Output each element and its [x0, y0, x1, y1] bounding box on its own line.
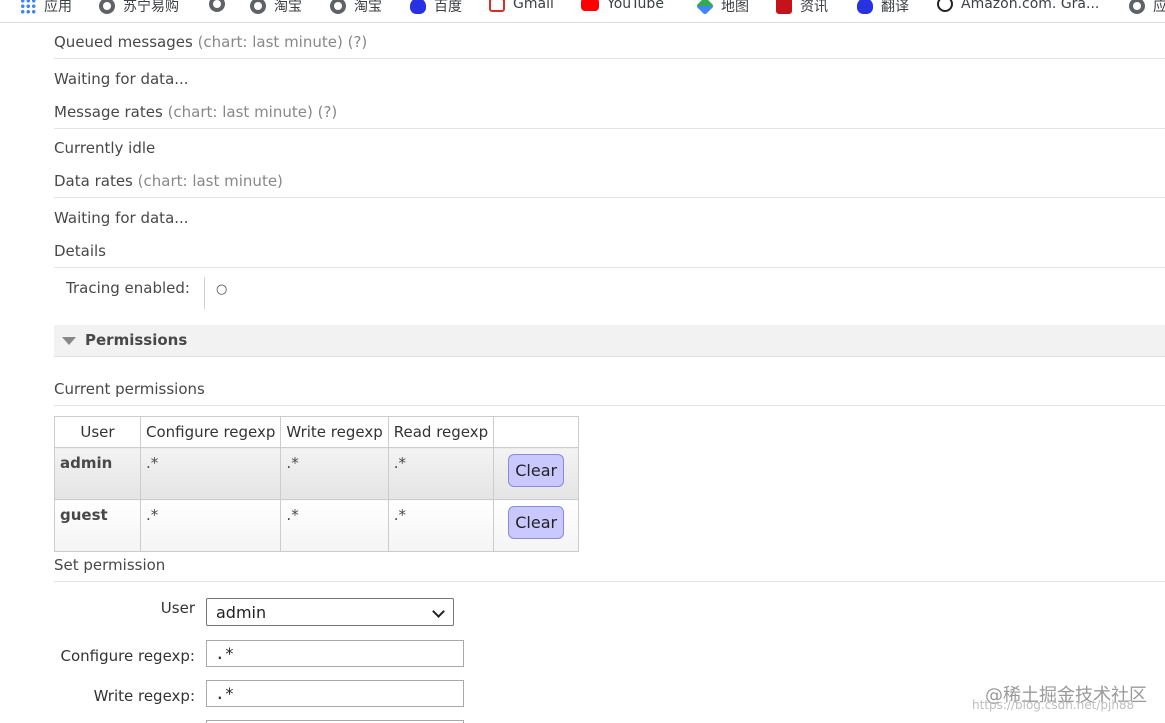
action-cell: Clear	[493, 447, 580, 500]
bookmark-youtube[interactable]: YouTube	[581, 0, 664, 12]
queued-status: Waiting for data...	[54, 70, 189, 88]
write-regexp-cell: .*	[280, 447, 389, 500]
permissions-title: Permissions	[85, 331, 188, 349]
queued-messages-heading[interactable]: Queued messages (chart: last minute) (?)	[54, 33, 1165, 59]
globe-icon	[1129, 0, 1145, 14]
configure-regexp-label: Configure regexp:	[60, 647, 195, 665]
clear-guest-permission-button[interactable]: Clear	[508, 506, 565, 539]
chart-range-link[interactable]: (chart: last minute) (?)	[198, 33, 368, 51]
set-permission-heading: Set permission	[54, 556, 1165, 582]
bookmark-blank[interactable]	[209, 0, 233, 12]
configure-regexp-input[interactable]: .*	[206, 640, 464, 667]
bookmarks-bar: 应用 苏宁易购 淘宝 淘宝 百度 Gmail YouTube 地图 资讯 翻译	[0, 0, 1165, 23]
user-field-label: User	[160, 599, 195, 617]
clear-admin-permission-button[interactable]: Clear	[508, 454, 565, 487]
user-select-value: admin	[216, 603, 267, 622]
globe-icon	[99, 0, 115, 14]
write-regexp-label: Write regexp:	[93, 687, 195, 705]
globe-icon	[330, 0, 346, 14]
tracing-label: Tracing enabled:	[66, 279, 190, 297]
permission-user: guest	[54, 499, 141, 552]
triangle-down-icon	[62, 337, 76, 345]
bookmark-suning[interactable]: 苏宁易购	[99, 0, 179, 16]
globe-icon	[209, 0, 225, 12]
bookmark-amazon[interactable]: Amazon.com. Gra...	[937, 0, 1099, 12]
configure-regexp-cell: .*	[139, 499, 282, 552]
gmail-icon	[489, 0, 505, 12]
current-permissions-heading: Current permissions	[54, 380, 1165, 406]
bookmark-baidu[interactable]: 百度	[410, 0, 462, 16]
bookmark-maps[interactable]: 地图	[695, 0, 749, 16]
write-regexp-cell: .*	[280, 499, 389, 552]
read-regexp-cell: .*	[387, 499, 495, 552]
divider	[204, 277, 205, 309]
permissions-table: User Configure regexp Write regexp Read …	[54, 416, 580, 552]
chart-range-link[interactable]: (chart: last minute) (?)	[168, 103, 338, 121]
permissions-section-toggle[interactable]: Permissions	[54, 325, 1165, 357]
bookmark-apps[interactable]: 应用	[20, 0, 72, 16]
globe-icon	[250, 0, 266, 14]
maps-icon	[695, 0, 715, 16]
column-header-actions	[493, 416, 580, 448]
column-header-write: Write regexp	[280, 416, 389, 448]
table-row: guest .* .* .* Clear	[54, 499, 580, 552]
tracing-value: ○	[216, 282, 228, 297]
chart-range-link[interactable]: (chart: last minute)	[138, 172, 283, 190]
table-row: admin .* .* .* Clear	[54, 447, 580, 500]
watermark-url: https://blog.csdn.net/pjh88	[972, 698, 1135, 712]
configure-regexp-cell: .*	[139, 447, 282, 500]
baidu-icon	[857, 0, 873, 14]
news-icon	[776, 0, 792, 14]
table-header-row: User Configure regexp Write regexp Read …	[54, 416, 580, 448]
chevron-down-icon	[432, 605, 445, 618]
rates-status: Currently idle	[54, 139, 156, 157]
baidu-icon	[410, 0, 426, 14]
user-select[interactable]: admin	[206, 598, 454, 626]
bookmark-translate[interactable]: 翻译	[857, 0, 909, 16]
youtube-icon	[581, 0, 599, 11]
details-heading: Details	[54, 242, 1165, 268]
amazon-icon	[937, 0, 953, 12]
apps-grid-icon	[20, 0, 36, 14]
bookmark-overflow[interactable]: 应	[1129, 0, 1165, 16]
bookmark-taobao-1[interactable]: 淘宝	[250, 0, 302, 16]
message-rates-heading[interactable]: Message rates (chart: last minute) (?)	[54, 103, 1165, 129]
read-regexp-cell: .*	[387, 447, 495, 500]
write-regexp-input[interactable]: .*	[206, 680, 464, 707]
column-header-read: Read regexp	[387, 416, 495, 448]
action-cell: Clear	[493, 499, 580, 552]
data-rates-heading[interactable]: Data rates (chart: last minute)	[54, 172, 1165, 198]
permission-user: admin	[54, 447, 141, 500]
column-header-user: User	[54, 416, 141, 448]
column-header-configure: Configure regexp	[139, 416, 282, 448]
bookmark-gmail[interactable]: Gmail	[489, 0, 554, 12]
bookmark-news[interactable]: 资讯	[776, 0, 828, 16]
bookmark-taobao-2[interactable]: 淘宝	[330, 0, 382, 16]
data-rates-status: Waiting for data...	[54, 209, 189, 227]
